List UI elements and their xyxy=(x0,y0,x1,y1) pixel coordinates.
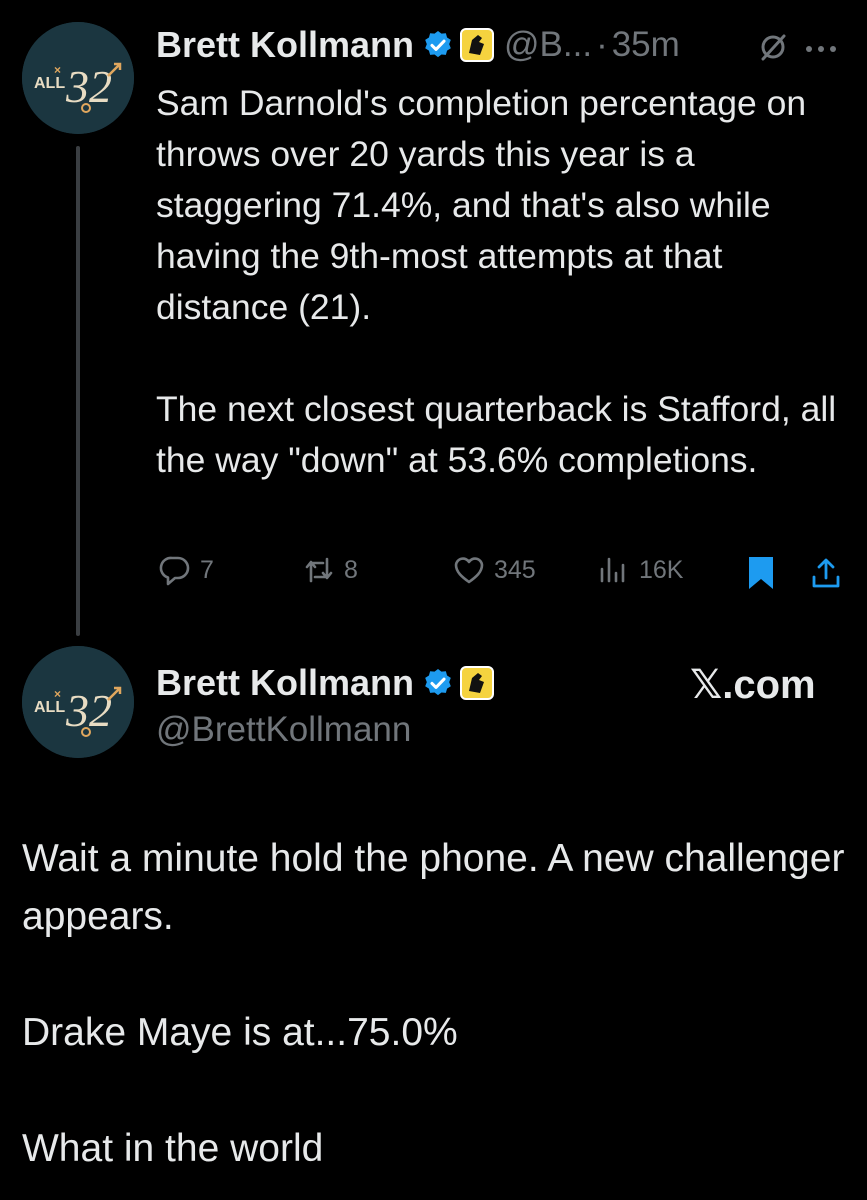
verified-badge-icon xyxy=(425,669,451,696)
author-handle[interactable]: @B... xyxy=(504,25,592,65)
reply-icon xyxy=(159,556,190,586)
affiliate-badge-icon[interactable] xyxy=(460,666,495,700)
svg-text:×: × xyxy=(54,63,61,77)
views-icon xyxy=(600,557,625,583)
svg-text:ALL: ALL xyxy=(34,75,65,92)
tweet-paragraph: The next closest quarterback is Stafford… xyxy=(156,389,837,480)
quote-paragraph: Drake Maye is at...75.0% xyxy=(22,1011,458,1054)
quote-header: Brett Kollmann xyxy=(156,662,495,704)
bookmark-icon[interactable] xyxy=(745,555,777,591)
timestamp[interactable]: 35m xyxy=(612,25,680,65)
grok-icon[interactable] xyxy=(756,30,790,64)
like-button[interactable]: 345 xyxy=(452,553,536,587)
svg-text:ALL: ALL xyxy=(34,699,65,716)
tweet-body: Sam Darnold's completion percentage on t… xyxy=(156,78,856,486)
more-icon[interactable] xyxy=(804,44,838,54)
reply-button[interactable]: 7 xyxy=(158,553,214,587)
separator-dot: · xyxy=(596,25,608,64)
svg-text:×: × xyxy=(54,687,61,701)
tweet-paragraph: Sam Darnold's completion percentage on t… xyxy=(156,83,807,327)
verified-badge-icon xyxy=(425,31,451,58)
repost-count: 8 xyxy=(344,555,358,584)
all32-logo: ALL × 32 xyxy=(22,22,134,134)
avatar[interactable]: ALL × 32 xyxy=(22,646,134,758)
tweet-header: Brett Kollmann @B... · 35m xyxy=(156,24,680,66)
author-name[interactable]: Brett Kollmann xyxy=(156,662,414,704)
quote-body: Wait a minute hold the phone. A new chal… xyxy=(22,830,852,1178)
all32-logo: ALL × 32 xyxy=(22,646,134,758)
source-label: 𝕏.com xyxy=(690,663,816,707)
affiliate-badge-icon[interactable] xyxy=(460,28,495,62)
like-icon xyxy=(454,557,484,584)
repost-icon xyxy=(305,557,333,583)
quote-paragraph: What in the world xyxy=(22,1127,324,1170)
reply-count: 7 xyxy=(200,555,214,584)
avatar[interactable]: ALL × 32 xyxy=(22,22,134,134)
tweet-actions: 7 8 345 16K xyxy=(0,553,867,593)
like-count: 345 xyxy=(494,555,536,584)
quote-paragraph: Wait a minute hold the phone. A new chal… xyxy=(22,837,845,938)
author-handle[interactable]: @BrettKollmann xyxy=(156,710,411,750)
repost-button[interactable]: 8 xyxy=(302,553,358,587)
author-name[interactable]: Brett Kollmann xyxy=(156,24,414,66)
share-icon[interactable] xyxy=(809,556,843,590)
view-count: 16K xyxy=(639,555,684,584)
views-button[interactable]: 16K xyxy=(597,553,683,587)
